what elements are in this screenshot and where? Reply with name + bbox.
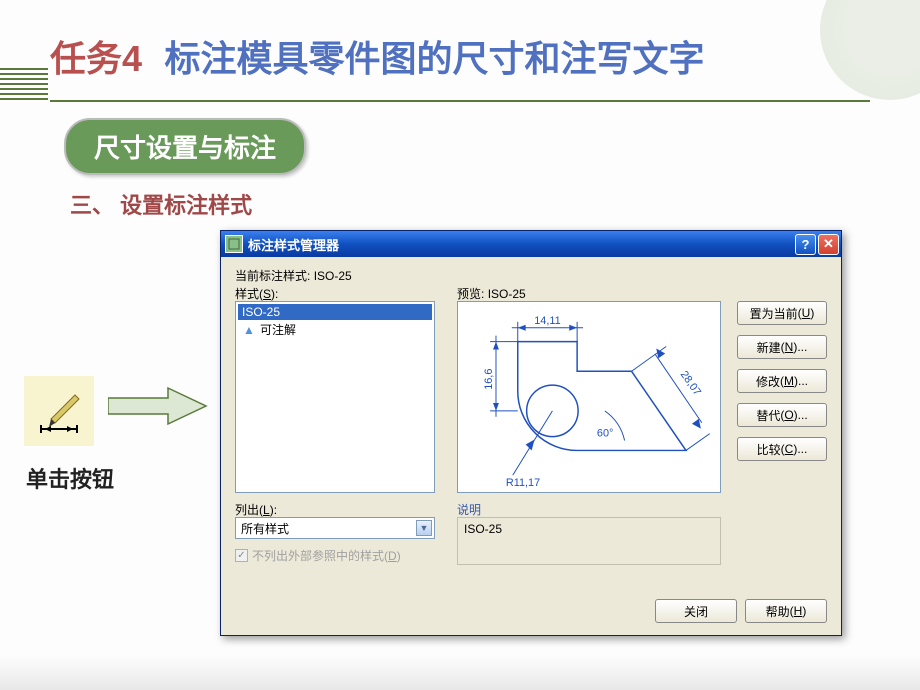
dialog-titlebar[interactable]: 标注样式管理器 ? ✕	[221, 231, 841, 257]
dropdown-value: 所有样式	[241, 520, 289, 537]
dimension-style-manager-dialog: 标注样式管理器 ? ✕ 当前标注样式: ISO-25 样式(S): ISO-25…	[220, 230, 842, 636]
modify-button[interactable]: 修改(M)...	[737, 369, 827, 393]
list-filter-dropdown[interactable]: 所有样式 ▼	[235, 517, 435, 539]
list-item[interactable]: ▲ 可注解	[238, 320, 432, 339]
new-button[interactable]: 新建(N)...	[737, 335, 827, 359]
list-item[interactable]: ISO-25	[238, 304, 432, 320]
exclude-xref-checkbox[interactable]: ✓	[235, 549, 248, 562]
annotative-icon: ▲	[242, 323, 256, 337]
dialog-app-icon	[225, 235, 243, 253]
styles-label: 样式(S):	[235, 285, 278, 302]
dialog-title: 标注样式管理器	[248, 235, 793, 254]
set-current-button[interactable]: 置为当前(U)	[737, 301, 827, 325]
current-style-label: 当前标注样式: ISO-25	[235, 267, 352, 284]
task-number: 任务4	[50, 38, 142, 79]
slide-header: 任务4 标注模具零件图的尺寸和注写文字	[50, 30, 870, 102]
preview-label: 预览: ISO-25	[457, 285, 526, 302]
preview-drawing: 14,11 16,6 R11,17 60° 28,07	[458, 302, 720, 492]
description-box: ISO-25	[457, 517, 721, 565]
list-filter-label: 列出(L):	[235, 501, 277, 518]
svg-text:R11,17: R11,17	[506, 477, 540, 489]
dimension-style-icon	[35, 387, 83, 435]
dialog-body: 当前标注样式: ISO-25 样式(S): ISO-25 ▲ 可注解 列出(L)…	[221, 257, 841, 635]
preview-box: 14,11 16,6 R11,17 60° 28,07	[457, 301, 721, 493]
side-buttons: 置为当前(U) 新建(N)... 修改(M)... 替代(O)... 比较(C)…	[737, 301, 827, 461]
compare-button[interactable]: 比较(C)...	[737, 437, 827, 461]
arrow-icon	[108, 386, 208, 426]
svg-text:16,6: 16,6	[483, 369, 495, 390]
slide-title: 标注模具零件图的尺寸和注写文字	[164, 38, 704, 79]
left-stripes-decoration	[0, 68, 48, 102]
svg-text:60°: 60°	[597, 428, 613, 440]
chevron-down-icon: ▼	[416, 520, 432, 536]
click-button-label: 单击按钮	[26, 462, 114, 494]
dimension-style-toolbar-button[interactable]	[24, 376, 94, 446]
description-label: 说明	[457, 501, 481, 518]
close-button[interactable]: 关闭	[655, 599, 737, 623]
dialog-close-button[interactable]: ✕	[818, 234, 839, 255]
bottom-buttons: 关闭 帮助(H)	[655, 599, 827, 623]
checkbox-label: 不列出外部参照中的样式(D)	[252, 547, 401, 564]
svg-text:14,11: 14,11	[534, 315, 560, 327]
styles-listbox[interactable]: ISO-25 ▲ 可注解	[235, 301, 435, 493]
section-pill: 尺寸设置与标注	[64, 118, 306, 175]
subheading: 三、 设置标注样式	[70, 188, 252, 220]
exclude-xref-checkbox-row: ✓ 不列出外部参照中的样式(D)	[235, 547, 401, 564]
help-button[interactable]: 帮助(H)	[745, 599, 827, 623]
dialog-help-button[interactable]: ?	[795, 234, 816, 255]
override-button[interactable]: 替代(O)...	[737, 403, 827, 427]
